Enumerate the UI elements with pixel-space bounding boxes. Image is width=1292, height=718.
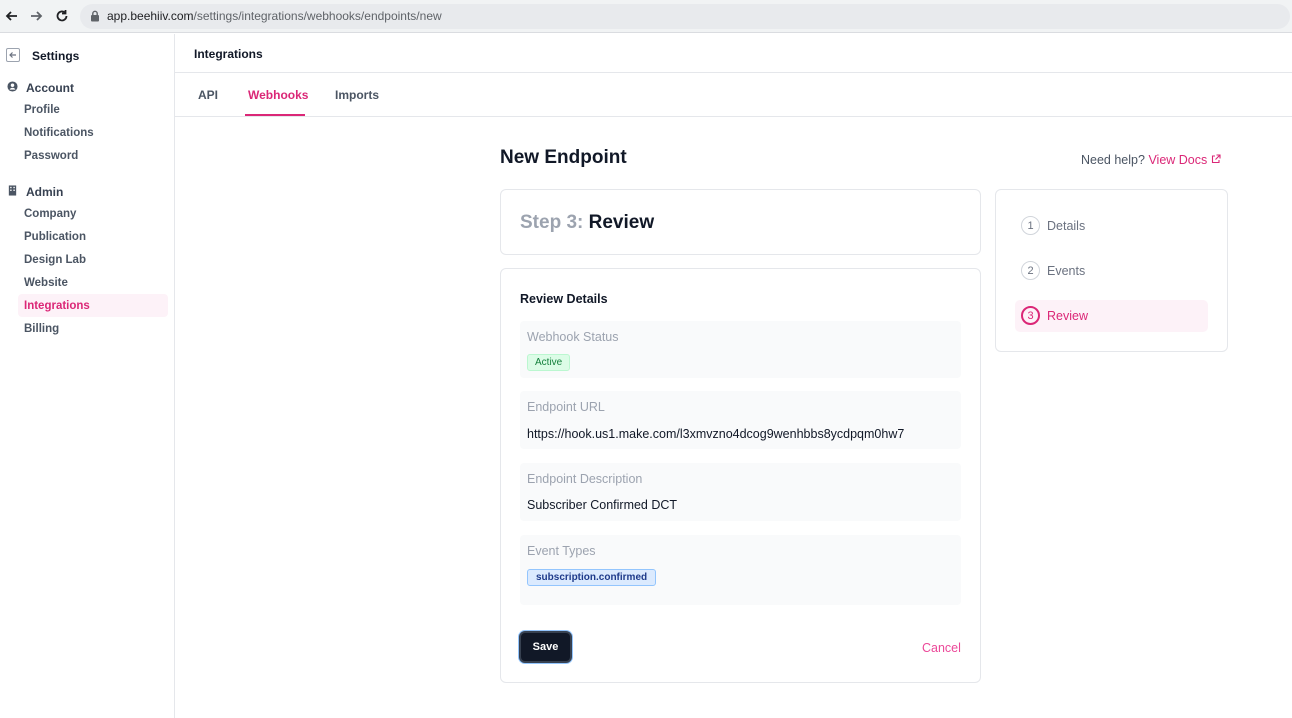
sidebar-item-website[interactable]: Website	[24, 277, 68, 289]
tab-api[interactable]: API	[198, 88, 218, 102]
stepper-label: Events	[1047, 263, 1086, 278]
cancel-link[interactable]: Cancel	[922, 641, 961, 655]
tab-webhooks[interactable]: Webhooks	[248, 88, 308, 102]
back-arrow-icon[interactable]	[2, 6, 22, 26]
sidebar-item-integrations[interactable]: Integrations	[24, 300, 90, 312]
sidebar-section-label: Account	[26, 81, 74, 95]
sidebar-item-design-lab[interactable]: Design Lab	[24, 254, 86, 266]
step-number: Step 3:	[520, 212, 584, 233]
event-type-badge: subscription.confirmed	[527, 569, 657, 586]
view-docs-link[interactable]: View Docs	[1148, 153, 1221, 167]
external-link-icon	[1211, 153, 1221, 167]
sidebar-header: Settings	[0, 34, 175, 76]
step-circle: 3	[1021, 306, 1040, 325]
sidebar-section-account: Account	[7, 81, 74, 95]
divider	[175, 116, 1292, 117]
event-types-field: Event Types subscription.confirmed	[520, 535, 961, 605]
url-domain: app.beehiiv.com	[107, 9, 194, 23]
view-docs-label: View Docs	[1148, 153, 1208, 167]
reload-icon[interactable]	[52, 6, 72, 26]
stepper-label: Details	[1047, 218, 1086, 233]
sidebar-item-notifications[interactable]: Notifications	[24, 127, 94, 139]
endpoint-description-value: Subscriber Confirmed DCT	[527, 498, 678, 512]
save-button[interactable]: Save	[519, 631, 572, 663]
building-icon	[7, 185, 18, 199]
field-label: Event Types	[527, 544, 596, 558]
review-details-title: Review Details	[520, 292, 608, 306]
page-title: New Endpoint	[500, 147, 627, 168]
url-path: /settings/integrations/webhooks/endpoint…	[193, 9, 442, 23]
forward-arrow-icon[interactable]	[26, 6, 46, 26]
field-label: Webhook Status	[527, 330, 619, 344]
sidebar-title: Settings	[32, 49, 80, 63]
sidebar-item-billing[interactable]: Billing	[24, 323, 59, 335]
url-text[interactable]: app.beehiiv.com/settings/integrations/we…	[107, 9, 442, 23]
browser-toolbar: app.beehiiv.com/settings/integrations/we…	[0, 0, 1292, 33]
divider	[175, 72, 1292, 73]
field-label: Endpoint URL	[527, 400, 605, 414]
stepper-item-details[interactable]: 1 Details	[1021, 216, 1085, 235]
step-circle: 2	[1021, 261, 1040, 280]
settings-sidebar: Settings Account Profile Notifications P…	[0, 34, 175, 718]
step-name: Review	[588, 212, 655, 233]
sidebar-item-profile[interactable]: Profile	[24, 104, 60, 116]
collapse-arrow-icon[interactable]	[6, 48, 20, 62]
sidebar-section-admin: Admin	[7, 185, 63, 199]
help-row: Need help? View Docs	[1081, 153, 1221, 167]
webhook-status-field: Webhook Status Active	[520, 321, 961, 378]
stepper-item-events[interactable]: 2 Events	[1021, 261, 1085, 280]
tab-imports[interactable]: Imports	[335, 88, 379, 102]
sidebar-item-password[interactable]: Password	[24, 150, 78, 162]
sidebar-section-label: Admin	[26, 185, 64, 199]
status-badge: Active	[527, 354, 571, 371]
lock-icon	[90, 9, 100, 27]
sidebar-item-publication[interactable]: Publication	[24, 231, 86, 243]
endpoint-url-value: https://hook.us1.make.com/l3xmvzno4dcog9…	[527, 427, 905, 441]
step-heading: Step 3: Review	[520, 212, 654, 234]
sidebar-item-company[interactable]: Company	[24, 208, 76, 220]
help-text: Need help?	[1081, 153, 1145, 167]
stepper-label: Review	[1047, 308, 1088, 323]
user-circle-icon	[7, 81, 18, 95]
endpoint-url-field: Endpoint URL https://hook.us1.make.com/l…	[520, 391, 961, 449]
step-circle: 1	[1021, 216, 1040, 235]
page-section-title: Integrations	[194, 47, 263, 61]
stepper-item-review[interactable]: 3 Review	[1021, 306, 1088, 325]
field-label: Endpoint Description	[527, 472, 643, 486]
endpoint-description-field: Endpoint Description Subscriber Confirme…	[520, 463, 961, 521]
